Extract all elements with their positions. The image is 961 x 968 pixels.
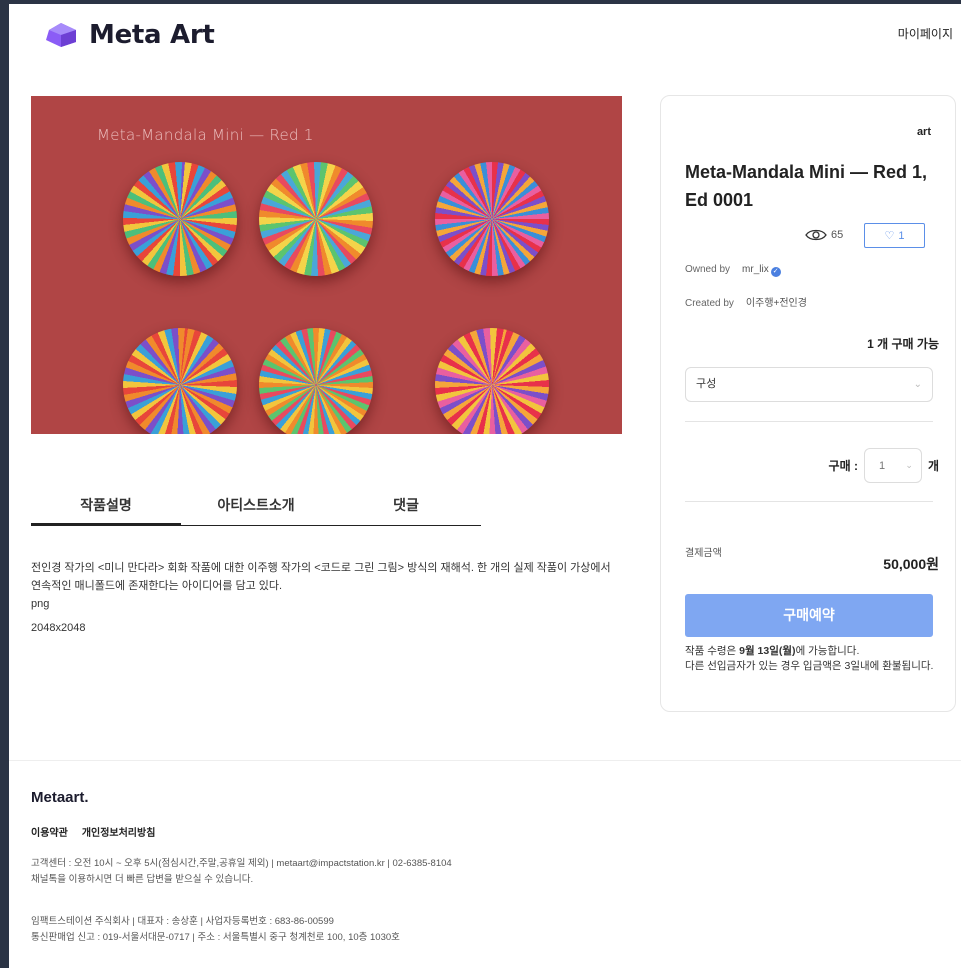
logo-text: Meta Art	[89, 20, 215, 50]
terms-link[interactable]: 이용약관	[31, 824, 68, 839]
cs-line-2: 채널톡을 이용하시면 더 빠른 답변을 받으실 수 있습니다.	[31, 874, 254, 885]
eye-icon	[805, 229, 827, 241]
file-format: png	[31, 598, 50, 610]
category-label: art	[916, 126, 931, 138]
chevron-down-icon: ⌄	[913, 379, 922, 390]
mandala-3	[435, 162, 549, 276]
logo-cube-icon	[46, 23, 76, 47]
mandala-4	[123, 328, 237, 434]
option-select-value: 구성	[696, 378, 717, 390]
footer-divider	[9, 760, 961, 761]
company-line-2: 통신판매업 신고 : 019-서울서대문-0717 | 주소 : 서울특별시 중…	[31, 932, 400, 943]
cs-line-1: 고객센터 : 오전 10시 ~ 오후 5시(점심시간,주말,공휴일 제외) | …	[31, 858, 452, 869]
quantity-value: 1	[878, 459, 886, 472]
item-title: Meta-Mandala Mini — Red 1, Ed 0001	[685, 162, 928, 210]
mypage-link[interactable]: 마이페이지	[898, 25, 953, 42]
like-count: 1	[898, 229, 905, 242]
creator-name[interactable]: 이주행+전인경	[746, 298, 807, 309]
content-tabs: 작품설명 아티스트소개 댓글	[31, 494, 481, 526]
notice-refund: 다른 선입금자가 있는 경우 입금액은 3일내에 환불됩니다.	[685, 660, 934, 672]
available-count: 1	[867, 337, 874, 351]
artwork-image: Meta-Mandala Mini — Red 1	[31, 96, 622, 434]
divider	[685, 501, 933, 502]
tab-artist[interactable]: 아티스트소개	[181, 494, 331, 525]
mandala-5	[259, 328, 373, 434]
quantity-label: 구매 :	[828, 459, 858, 473]
creator-row: Created by 이주행+전인경	[685, 294, 807, 309]
privacy-link[interactable]: 개인정보처리방침	[82, 824, 156, 839]
available-suffix: 개 구매 가능	[877, 337, 939, 351]
created-by-label: Created by	[685, 298, 734, 309]
footer-links: 이용약관 개인정보처리방침	[31, 824, 155, 839]
payment-amount: 50,000원	[883, 556, 939, 572]
customer-service-info: 고객센터 : 오전 10시 ~ 오후 5시(점심시간,주말,공휴일 제외) | …	[31, 856, 452, 888]
payment-label: 결제금액	[685, 548, 722, 559]
pickup-notice: 작품 수령은 9월 13일(월)에 가능합니다. 다른 선입금자가 있는 경우 …	[685, 644, 941, 674]
notice-date: 9월 13일(월)	[739, 645, 796, 657]
chevron-down-icon: ⌄	[905, 460, 913, 470]
availability: 1 개 구매 가능	[867, 335, 939, 352]
description-text: 전인경 작가의 <미니 만다라> 회화 작품에 대한 이주행 작가의 <코드로 …	[31, 562, 611, 592]
reserve-purchase-button[interactable]: 구매예약	[685, 594, 933, 637]
option-select[interactable]: 구성 ⌄	[685, 367, 933, 402]
owned-by-label: Owned by	[685, 264, 731, 275]
file-resolution: 2048x2048	[31, 622, 86, 634]
mandala-2	[259, 162, 373, 276]
quantity-unit: 개	[927, 459, 939, 473]
purchase-card: art Meta-Mandala Mini — Red 1, Ed 0001 6…	[660, 95, 956, 712]
quantity-select[interactable]: 1 ⌄	[863, 448, 922, 483]
logo[interactable]: Meta Art	[45, 20, 215, 50]
like-button[interactable]: ♡ 1	[864, 223, 925, 248]
heart-icon: ♡	[884, 230, 895, 242]
divider	[685, 421, 933, 422]
view-count: 65	[805, 228, 843, 242]
notice-prefix: 작품 수령은	[685, 645, 740, 657]
tab-comments[interactable]: 댓글	[331, 494, 481, 525]
tab-description[interactable]: 작품설명	[31, 494, 181, 525]
description-panel: 전인경 작가의 <미니 만다라> 회화 작품에 대한 이주행 작가의 <코드로 …	[31, 559, 621, 637]
quantity-row: 구매 : 1 ⌄ 개	[829, 448, 939, 483]
mandala-6	[435, 328, 549, 434]
company-info: 임팩트스테이션 주식회사 | 대표자 : 송상훈 | 사업자등록번호 : 683…	[31, 914, 400, 946]
owner-row: Owned by mr_lix ✓	[685, 264, 781, 277]
company-line-1: 임팩트스테이션 주식회사 | 대표자 : 송상훈 | 사업자등록번호 : 683…	[31, 916, 334, 927]
owner-name[interactable]: mr_lix	[742, 264, 769, 275]
view-count-value: 65	[831, 229, 844, 241]
page: Meta Art 마이페이지 Meta-Mandala Mini — Red 1…	[9, 4, 961, 968]
artwork-overlay-title: Meta-Mandala Mini — Red 1	[97, 126, 314, 144]
verified-icon: ✓	[770, 267, 781, 277]
mandala-1	[123, 162, 237, 276]
footer-logo: Metaart.	[31, 789, 89, 806]
notice-suffix: 에 가능합니다.	[795, 645, 860, 657]
